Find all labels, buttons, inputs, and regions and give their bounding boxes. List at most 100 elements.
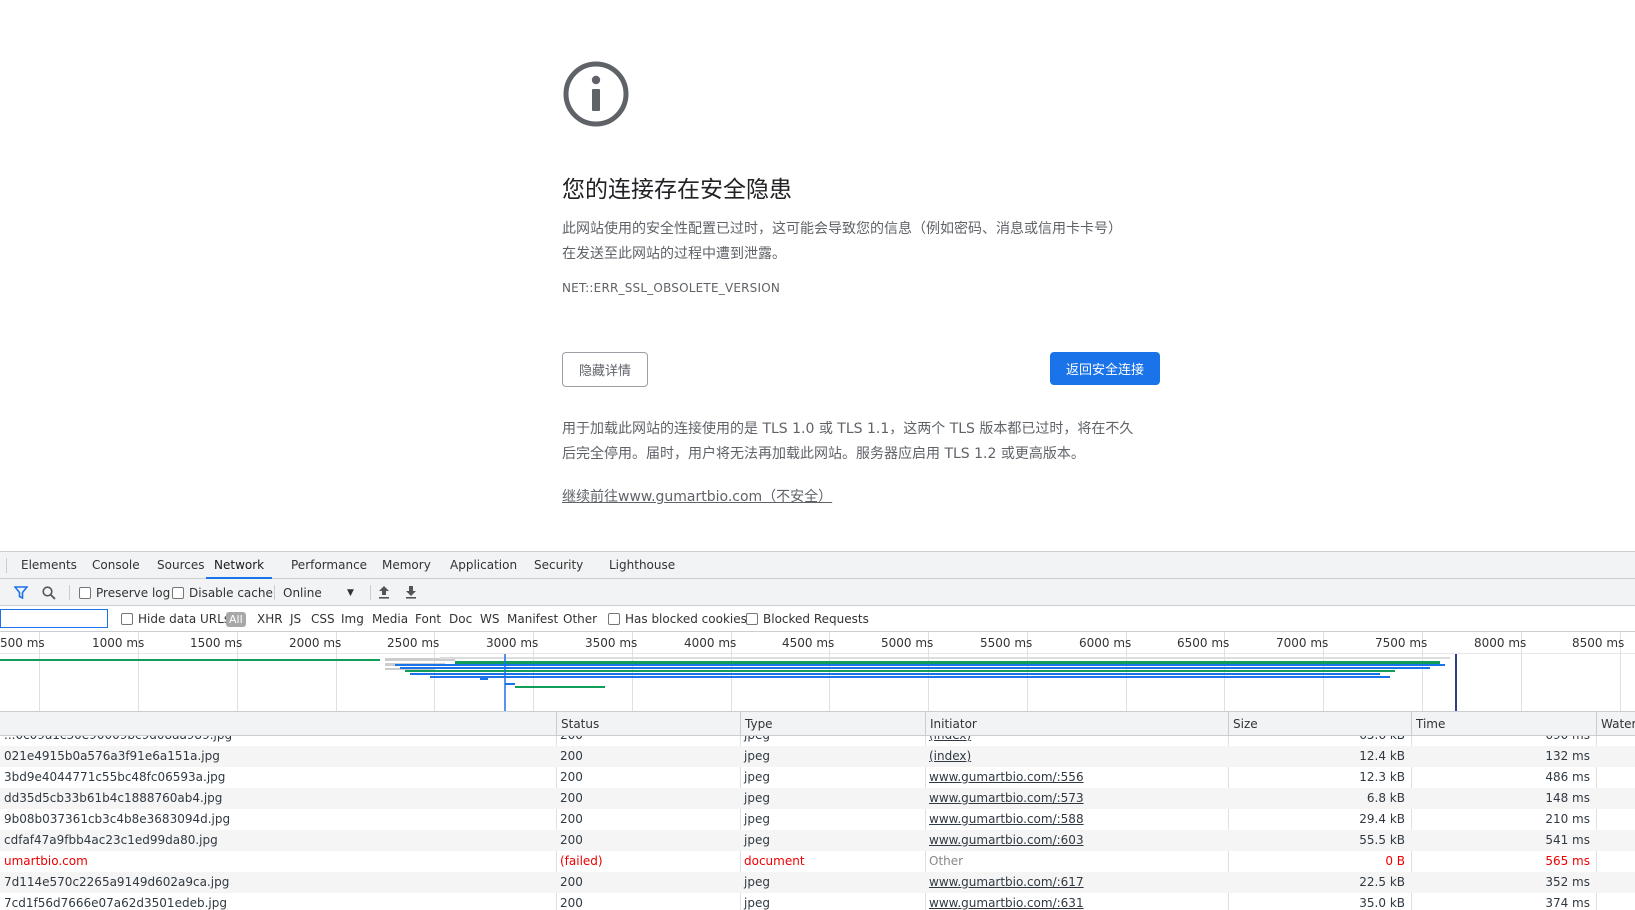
network-overview-timeline[interactable]: 500 ms 1000 ms 1500 ms 2000 ms 2500 ms 3… <box>0 632 1635 712</box>
download-icon[interactable] <box>405 585 417 599</box>
cell-initiator[interactable]: www.gumartbio.com/:573 <box>925 788 1228 809</box>
tab-console[interactable]: Console <box>92 552 140 579</box>
cell-initiator[interactable]: www.gumartbio.com/:617 <box>925 872 1228 893</box>
cell-size: 12.4 kB <box>1359 749 1405 763</box>
cell-status: 200 <box>560 875 583 889</box>
chevron-down-icon: ▼ <box>347 587 354 598</box>
cell-initiator[interactable]: www.gumartbio.com/:631 <box>925 893 1228 910</box>
preserve-log-checkbox[interactable]: Preserve log <box>79 579 170 606</box>
table-row[interactable]: umartbio.com (failed) document Other 0 B 565 … <box>0 851 1635 872</box>
table-row[interactable]: 3bd9e4044771c55bc48fc06593a.jpg 200 jpeg ww… <box>0 767 1635 788</box>
filter-type-ws[interactable]: WS <box>480 606 499 632</box>
hide-details-button[interactable]: 隐藏详情 <box>562 352 648 387</box>
tab-sources[interactable]: Sources <box>157 552 204 579</box>
cell-size: 29.4 kB <box>1359 812 1405 826</box>
cell-status: 200 <box>560 749 583 763</box>
column-header-time[interactable]: Time <box>1411 712 1596 736</box>
cell-status: 200 <box>560 812 583 826</box>
timeline-tick-label: 8500 ms <box>1572 636 1625 650</box>
timeline-tick-label: 2000 ms <box>289 636 342 650</box>
column-header-waterfall[interactable]: Water <box>1596 712 1635 736</box>
column-header-size[interactable]: Size <box>1228 712 1411 736</box>
table-row[interactable]: 7d114e570c2265a9149d602a9ca.jpg 200 jpeg ww… <box>0 872 1635 893</box>
toolbar-separator <box>69 585 70 600</box>
table-row[interactable]: cdfaf47a9fbb4ac23c1ed99da80.jpg 200 jpeg ww… <box>0 830 1635 851</box>
search-icon[interactable] <box>42 586 56 600</box>
cell-type: jpeg <box>744 875 770 889</box>
timeline-tick-label: 6000 ms <box>1079 636 1132 650</box>
table-row[interactable]: 9b08b037361cb3c4b8e3683094d.jpg 200 jpeg ww… <box>0 809 1635 830</box>
table-row[interactable]: dd35d5cb33b61b4c1888760ab4.jpg 200 jpeg www… <box>0 788 1635 809</box>
cell-name: umartbio.com <box>4 854 88 868</box>
filter-input[interactable] <box>0 609 108 628</box>
requests-table-header: Status Type Initiator Size Time Water <box>0 712 1635 736</box>
tab-security[interactable]: Security <box>534 552 583 579</box>
cell-name: 7cd1f56d7666e07a62d3501edeb.jpg <box>4 896 227 910</box>
cell-type: jpeg <box>744 770 770 784</box>
column-header-initiator[interactable]: Initiator <box>925 712 1228 736</box>
back-to-safety-button[interactable]: 返回安全连接 <box>1050 352 1160 385</box>
checkbox-box <box>79 586 91 599</box>
checkbox-box <box>608 613 620 625</box>
cell-initiator[interactable]: www.gumartbio.com/:588 <box>925 809 1228 830</box>
filter-type-img[interactable]: Img <box>341 606 364 632</box>
cell-status: 200 <box>560 791 583 805</box>
cell-initiator[interactable]: (index) <box>925 746 1228 767</box>
blocked-requests-checkbox[interactable]: Blocked Requests <box>746 606 869 632</box>
cell-size: 35.0 kB <box>1359 896 1405 910</box>
toolbar-separator <box>370 585 371 600</box>
checkbox-box <box>172 586 184 599</box>
filter-type-font[interactable]: Font <box>415 606 441 632</box>
cell-status: 200 <box>560 833 583 847</box>
filter-type-all[interactable]: All <box>226 606 246 632</box>
tab-network[interactable]: Network <box>206 552 273 579</box>
cell-time: 565 ms <box>1545 854 1590 868</box>
table-row[interactable]: 021e4915b0a576a3f91e6a151a.jpg 200 jpeg (in… <box>0 746 1635 767</box>
waterfall-bar <box>400 667 1430 669</box>
filter-type-manifest[interactable]: Manifest <box>507 606 558 632</box>
tab-application[interactable]: Application <box>450 552 517 579</box>
timeline-tick-label: 2500 ms <box>387 636 440 650</box>
tab-lighthouse[interactable]: Lighthouse <box>609 552 675 579</box>
table-row[interactable]: 7cd1f56d7666e07a62d3501edeb.jpg 200 jpeg ww… <box>0 893 1635 910</box>
page-title: 您的连接存在安全隐患 <box>562 177 792 203</box>
filter-type-other[interactable]: Other <box>563 606 597 632</box>
timeline-tick-label: 500 ms <box>0 636 45 650</box>
has-blocked-cookies-checkbox[interactable]: Has blocked cookies <box>608 606 747 632</box>
filter-type-all-label: All <box>226 611 246 627</box>
waterfall-bar <box>505 683 515 685</box>
cell-time: 148 ms <box>1545 791 1590 805</box>
waterfall-bar <box>440 657 1450 659</box>
filter-type-media[interactable]: Media <box>372 606 408 632</box>
timeline-tick-label: 3000 ms <box>486 636 539 650</box>
tab-performance[interactable]: Performance <box>291 552 367 579</box>
filter-type-doc[interactable]: Doc <box>449 606 472 632</box>
tab-memory[interactable]: Memory <box>382 552 431 579</box>
checkbox-box <box>121 613 133 625</box>
hide-data-urls-checkbox[interactable]: Hide data URLs <box>121 606 230 632</box>
timeline-tick-label: 7500 ms <box>1375 636 1428 650</box>
upload-icon[interactable] <box>378 585 390 599</box>
filter-icon[interactable] <box>14 586 28 599</box>
cell-type: jpeg <box>744 896 770 910</box>
tab-elements[interactable]: Elements <box>21 552 77 579</box>
column-header-status[interactable]: Status <box>556 712 740 736</box>
throttle-select[interactable]: Online ▼ <box>283 579 363 606</box>
cell-initiator[interactable]: www.gumartbio.com/:556 <box>925 767 1228 788</box>
table-row[interactable]: ...0c09a1c30e90009bc9d08aa989.jpg 200jpeg… <box>0 736 1635 746</box>
cell-size: 12.3 kB <box>1359 770 1405 784</box>
cell-time: 374 ms <box>1545 896 1590 910</box>
filter-type-xhr[interactable]: XHR <box>257 606 283 632</box>
column-header-type[interactable]: Type <box>740 712 925 736</box>
filter-type-js[interactable]: JS <box>290 606 301 632</box>
filter-type-css[interactable]: CSS <box>311 606 335 632</box>
proceed-unsafe-link[interactable]: 继续前往www.gumartbio.com（不安全） <box>562 486 832 506</box>
cell-initiator[interactable]: www.gumartbio.com/:603 <box>925 830 1228 851</box>
tabbar-separator <box>6 558 7 573</box>
timeline-tick-label: 7000 ms <box>1276 636 1329 650</box>
cell-initiator[interactable]: (index) <box>925 736 1228 746</box>
cell-name: 021e4915b0a576a3f91e6a151a.jpg <box>4 749 220 763</box>
cell-time: 352 ms <box>1545 875 1590 889</box>
waterfall-bar <box>395 664 1445 666</box>
disable-cache-checkbox[interactable]: Disable cache <box>172 579 273 606</box>
